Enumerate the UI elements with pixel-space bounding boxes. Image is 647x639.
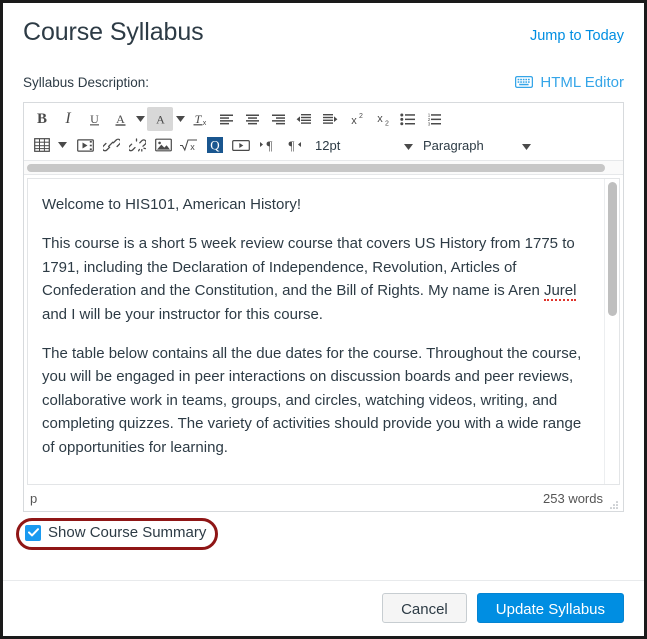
subscript-icon[interactable]: x2 [369, 107, 395, 131]
image-icon[interactable] [150, 133, 176, 157]
svg-text:T: T [195, 112, 203, 126]
font-size-select[interactable]: 12pt [309, 133, 417, 157]
misspelled-word: Jurel [543, 282, 577, 302]
editor-status-bar: p 253 words [24, 485, 623, 511]
syllabus-description-label: Syllabus Description: [23, 74, 150, 90]
editor-vertical-scrollbar[interactable] [604, 179, 619, 484]
numbered-list-icon[interactable]: 123 [421, 107, 447, 131]
svg-text:A: A [116, 112, 125, 126]
font-size-value: 12pt [315, 137, 341, 153]
editor-content-area[interactable]: Welcome to HIS101, American History! Thi… [27, 178, 620, 485]
svg-text:3: 3 [428, 121, 431, 126]
highlight-color-dropdown[interactable] [173, 107, 187, 131]
editor-toolbar-row-1: B I U A A T x x 2 x 2 1 2 3 [25, 106, 622, 132]
page-header: Course Syllabus Jump to Today [23, 3, 624, 47]
align-right-icon[interactable] [265, 107, 291, 131]
superscript-icon[interactable]: x2 [343, 107, 369, 131]
toolbar-scrollbar-thumb[interactable] [27, 164, 606, 172]
align-left-icon[interactable] [213, 107, 239, 131]
square-root-icon[interactable]: x [176, 133, 202, 157]
canvas-q-icon[interactable]: Q [202, 133, 228, 157]
syllabus-description-row: Syllabus Description: HTML Editor [23, 71, 624, 93]
course-summary-zone: Show Course Summary [16, 518, 624, 552]
keyboard-icon [515, 75, 534, 89]
resize-grip-icon[interactable] [607, 499, 619, 511]
bold-button[interactable]: B [29, 107, 55, 131]
outdent-icon[interactable] [291, 107, 317, 131]
chevron-down-icon [522, 138, 531, 153]
svg-text:A: A [156, 112, 165, 126]
svg-text:2: 2 [385, 121, 389, 127]
svg-text:x: x [190, 142, 195, 152]
text-color-button[interactable]: A [107, 107, 133, 131]
page-body: Course Syllabus Jump to Today Syllabus D… [3, 3, 644, 636]
clear-formatting-icon[interactable]: T x [187, 107, 213, 131]
svg-text:2: 2 [359, 113, 363, 120]
italic-button[interactable]: I [55, 107, 81, 131]
rich-content-editor: B I U A A T x x 2 x 2 1 2 3 x Q ¶ ¶ 12pt… [23, 102, 624, 512]
paragraph-2-tail: and I will be your instructor for this c… [42, 305, 323, 323]
chevron-down-icon [404, 138, 413, 153]
html-editor-toggle[interactable]: HTML Editor [515, 74, 624, 91]
indent-icon[interactable] [317, 107, 343, 131]
show-course-summary-checkbox[interactable] [25, 524, 41, 541]
svg-text:¶: ¶ [288, 138, 294, 152]
cancel-button[interactable]: Cancel [382, 593, 467, 623]
toolbar-horizontal-scrollbar[interactable] [24, 161, 623, 175]
editor-toolbar: B I U A A T x x 2 x 2 1 2 3 x Q ¶ ¶ 12pt… [24, 103, 623, 161]
block-format-value: Paragraph [423, 137, 484, 153]
form-footer: Cancel Update Syllabus [3, 580, 644, 636]
update-syllabus-button[interactable]: Update Syllabus [476, 593, 624, 623]
editor-body[interactable]: Welcome to HIS101, American History! Thi… [28, 179, 604, 484]
block-format-select[interactable]: Paragraph [417, 133, 535, 157]
link-icon[interactable] [98, 133, 124, 157]
highlight-color-button[interactable]: A [147, 107, 173, 131]
rtl-icon[interactable]: ¶ [280, 133, 306, 157]
paragraph-2-text: This course is a short 5 week review cou… [42, 235, 575, 300]
editor-paragraph-1: Welcome to HIS101, American History! [42, 196, 301, 213]
show-course-summary-label[interactable]: Show Course Summary [48, 524, 206, 541]
element-path[interactable]: p [30, 491, 37, 506]
editor-toolbar-row-2: x Q ¶ ¶ 12pt Paragraph [25, 132, 622, 158]
table-icon[interactable] [29, 133, 55, 157]
svg-text:Q: Q [210, 138, 220, 153]
editor-paragraph-3: The table below contains all the due dat… [42, 344, 582, 456]
align-center-icon[interactable] [239, 107, 265, 131]
video-embed-icon[interactable] [228, 133, 254, 157]
bulleted-list-icon[interactable] [395, 107, 421, 131]
svg-text:U: U [90, 112, 99, 126]
underline-button[interactable]: U [81, 107, 107, 131]
text-color-dropdown[interactable] [133, 107, 147, 131]
svg-text:¶: ¶ [266, 138, 272, 152]
svg-text:x: x [203, 120, 207, 127]
html-editor-label: HTML Editor [540, 73, 624, 91]
ltr-icon[interactable]: ¶ [254, 133, 280, 157]
unlink-icon[interactable] [124, 133, 150, 157]
svg-text:x: x [351, 115, 357, 126]
table-dropdown[interactable] [55, 133, 69, 157]
page-title: Course Syllabus [23, 18, 204, 46]
show-course-summary-row[interactable]: Show Course Summary [25, 524, 206, 541]
svg-text:x: x [377, 113, 383, 125]
jump-to-today-link[interactable]: Jump to Today [530, 28, 624, 44]
editor-scrollbar-thumb[interactable] [608, 182, 617, 316]
syllabus-edit-page: Course Syllabus Jump to Today Syllabus D… [0, 0, 647, 639]
media-icon[interactable] [72, 133, 98, 157]
editor-paragraph-2: This course is a short 5 week review cou… [42, 232, 588, 326]
